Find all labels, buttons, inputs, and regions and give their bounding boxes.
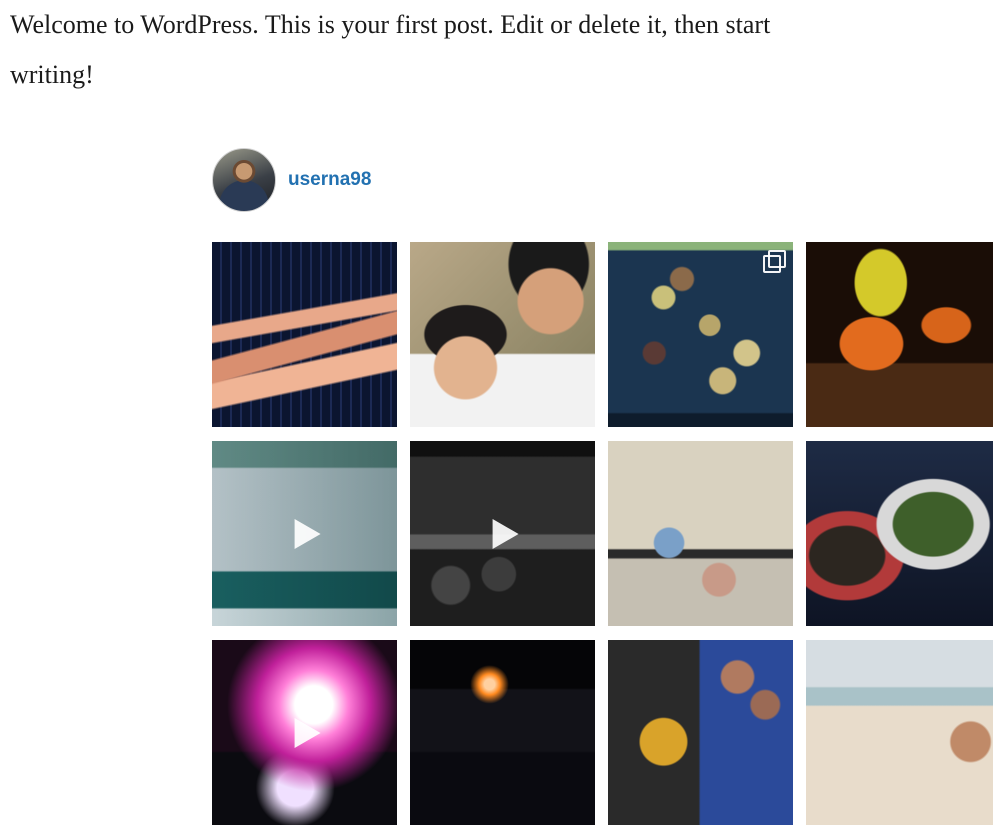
feed-item[interactable] — [212, 640, 397, 825]
feed-header: userna98 — [212, 147, 999, 212]
play-icon — [294, 717, 321, 748]
username-link[interactable]: userna98 — [288, 169, 371, 191]
play-icon — [294, 518, 321, 549]
feed-item[interactable] — [608, 441, 793, 626]
feed-item[interactable] — [806, 640, 993, 825]
instagram-feed: userna98 — [212, 147, 999, 825]
feed-item[interactable] — [212, 441, 397, 626]
feed-item[interactable] — [806, 242, 993, 427]
carousel-icon — [763, 250, 786, 273]
play-icon — [492, 518, 519, 549]
feed-item[interactable] — [410, 640, 595, 825]
post-content: Welcome to WordPress. This is your first… — [10, 0, 850, 100]
feed-item[interactable] — [410, 441, 595, 626]
feed-item[interactable] — [806, 441, 993, 626]
photo-grid — [212, 242, 993, 825]
post-paragraph: Welcome to WordPress. This is your first… — [10, 10, 771, 89]
feed-item[interactable] — [212, 242, 397, 427]
feed-item[interactable] — [608, 242, 793, 427]
feed-item[interactable] — [410, 242, 595, 427]
feed-item[interactable] — [608, 640, 793, 825]
avatar[interactable] — [212, 147, 276, 212]
